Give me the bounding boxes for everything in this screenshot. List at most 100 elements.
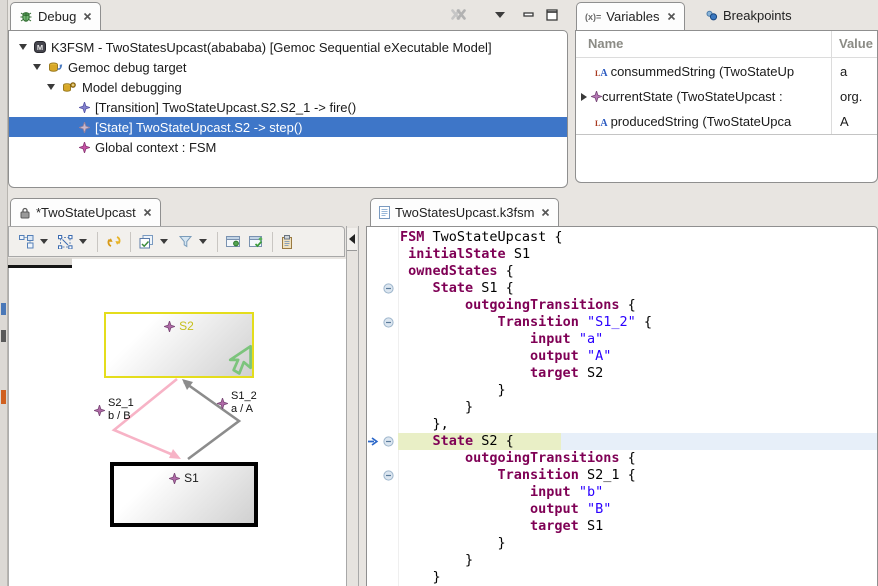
transition-label-s2-1[interactable]: S2_1 b / B — [94, 397, 134, 423]
code-line[interactable]: input "a" — [367, 331, 877, 348]
code-line[interactable]: } — [367, 382, 877, 399]
fold-collapse-icon[interactable] — [383, 433, 398, 450]
code-line[interactable]: initialState S1 — [367, 246, 877, 263]
dropdown-arrow-icon[interactable] — [199, 239, 207, 244]
code-line-text[interactable]: }, — [398, 416, 877, 433]
trim-icon-sliver[interactable] — [1, 303, 6, 315]
annotation-ruler — [367, 450, 383, 467]
code-line-text[interactable]: } — [398, 399, 877, 416]
fold-ruler — [383, 331, 398, 348]
debug-tree[interactable]: MK3FSM - TwoStatesUpcast(abababa) [Gemoc… — [8, 30, 568, 188]
snapshot-icon[interactable] — [226, 235, 241, 248]
close-icon[interactable] — [143, 208, 152, 217]
fold-collapse-icon[interactable] — [383, 280, 398, 297]
close-icon[interactable] — [83, 12, 92, 21]
tab-k3fsm-file[interactable]: TwoStatesUpcast.k3fsm — [370, 198, 559, 226]
code-line-text[interactable]: input "b" — [398, 484, 877, 501]
tab-debug[interactable]: Debug — [10, 2, 101, 30]
code-line-text[interactable]: outgoingTransitions { — [398, 297, 877, 314]
code-line[interactable]: outgoingTransitions { — [367, 297, 877, 314]
trim-icon-sliver[interactable] — [1, 390, 6, 404]
code-line[interactable]: Transition "S1_2" { — [367, 314, 877, 331]
code-line[interactable]: output "A" — [367, 348, 877, 365]
tab-variables[interactable]: (x)= Variables — [576, 2, 685, 30]
code-line[interactable]: target S1 — [367, 518, 877, 535]
code-line-text[interactable]: target S1 — [398, 518, 877, 535]
clipboard-icon[interactable] — [281, 235, 293, 249]
close-icon[interactable] — [541, 208, 550, 217]
column-header-value[interactable]: Value — [839, 36, 873, 51]
fold-collapse-icon[interactable] — [383, 314, 398, 331]
fold-collapse-icon[interactable] — [383, 467, 398, 484]
maximize-icon[interactable] — [546, 9, 558, 21]
code-line-text[interactable]: Transition S2_1 { — [398, 467, 877, 484]
variable-row[interactable]: currentState (TwoStateUpcast :org. — [577, 84, 876, 109]
code-line-text[interactable]: output "B" — [398, 501, 877, 518]
code-line-text[interactable]: } — [398, 569, 877, 586]
dropdown-arrow-icon[interactable] — [160, 239, 168, 244]
dropdown-arrow-icon[interactable] — [40, 239, 48, 244]
code-line[interactable]: ownedStates { — [367, 263, 877, 280]
code-line-text[interactable]: target S2 — [398, 365, 877, 382]
code-area[interactable]: FSM TwoStateUpcast { initialState S1 own… — [366, 226, 878, 586]
transition-label-s1-2[interactable]: S1_2 a / A — [217, 390, 257, 416]
code-line-text[interactable]: output "A" — [398, 348, 877, 365]
code-line[interactable]: } — [367, 552, 877, 569]
tree-row[interactable]: MK3FSM - TwoStatesUpcast(abababa) [Gemoc… — [9, 37, 567, 57]
code-line[interactable]: } — [367, 569, 877, 586]
code-line[interactable]: Transition S2_1 { — [367, 467, 877, 484]
tree-row[interactable]: Gemoc debug target — [9, 57, 567, 77]
code-line[interactable]: FSM TwoStateUpcast { — [367, 229, 877, 246]
code-line[interactable]: output "B" — [367, 501, 877, 518]
expander-right-icon[interactable] — [581, 93, 587, 101]
code-line-text[interactable]: } — [398, 382, 877, 399]
tree-row[interactable]: [Transition] TwoStateUpcast.S2.S2_1 -> f… — [9, 97, 567, 117]
code-line-text[interactable]: initialState S1 — [398, 246, 877, 263]
expander-down-icon[interactable] — [47, 84, 55, 90]
code-line[interactable]: target S2 — [367, 365, 877, 382]
code-line-text[interactable]: } — [398, 552, 877, 569]
code-line-text[interactable]: input "a" — [398, 331, 877, 348]
code-line-text[interactable]: Transition "S1_2" { — [398, 314, 877, 331]
palette-collapse-button[interactable] — [347, 228, 357, 251]
tab-diagram[interactable]: *TwoStateUpcast — [10, 198, 161, 226]
tree-row[interactable]: Global context : FSM — [9, 137, 567, 157]
trim-icon-sliver[interactable] — [1, 330, 6, 342]
align-icon[interactable] — [58, 235, 73, 249]
code-line[interactable]: } — [367, 399, 877, 416]
code-line[interactable]: outgoingTransitions { — [367, 450, 877, 467]
code-line-text[interactable]: State S1 { — [398, 280, 877, 297]
code-line-text[interactable]: State S2 { — [398, 433, 877, 450]
code-line-text[interactable]: FSM TwoStateUpcast { — [398, 229, 877, 246]
code-line-text[interactable]: ownedStates { — [398, 263, 877, 280]
minimize-icon[interactable] — [523, 9, 534, 20]
validate-icon[interactable] — [249, 235, 264, 248]
variable-row[interactable]: LAconsummedString (TwoStateUpa — [577, 59, 876, 84]
expander-down-icon[interactable] — [19, 44, 27, 50]
code-line[interactable]: } — [367, 535, 877, 552]
annotation-ruler — [367, 314, 383, 331]
state-node-s1[interactable]: S1 — [110, 462, 258, 527]
code-line[interactable]: }, — [367, 416, 877, 433]
expander-down-icon[interactable] — [33, 64, 41, 70]
tree-row[interactable]: [State] TwoStateUpcast.S2 -> step() — [9, 117, 567, 137]
close-icon[interactable] — [667, 12, 676, 21]
variable-row[interactable]: LAproducedString (TwoStateUpcaA — [577, 109, 876, 134]
variables-table[interactable]: Name Value LAconsummedString (TwoStateUp… — [575, 30, 878, 183]
code-line[interactable]: State S2 { — [367, 433, 877, 450]
layers-icon[interactable] — [139, 235, 154, 249]
code-line-text[interactable]: } — [398, 535, 877, 552]
tree-row[interactable]: Model debugging — [9, 77, 567, 97]
dropdown-arrow-icon[interactable] — [79, 239, 87, 244]
code-line-text[interactable]: outgoingTransitions { — [398, 450, 877, 467]
column-header-name[interactable]: Name — [588, 36, 623, 51]
view-menu-icon[interactable] — [495, 12, 505, 18]
detail-pane-divider[interactable] — [576, 134, 877, 135]
code-line[interactable]: input "b" — [367, 484, 877, 501]
refresh-icon[interactable] — [106, 235, 122, 248]
tab-breakpoints[interactable]: Breakpoints — [697, 2, 800, 29]
filter-icon[interactable] — [178, 235, 193, 248]
diagram-canvas[interactable]: S2 S1 S2_1 b / B S1_ — [8, 259, 346, 586]
code-line[interactable]: State S1 { — [367, 280, 877, 297]
arrange-icon[interactable] — [19, 235, 34, 249]
